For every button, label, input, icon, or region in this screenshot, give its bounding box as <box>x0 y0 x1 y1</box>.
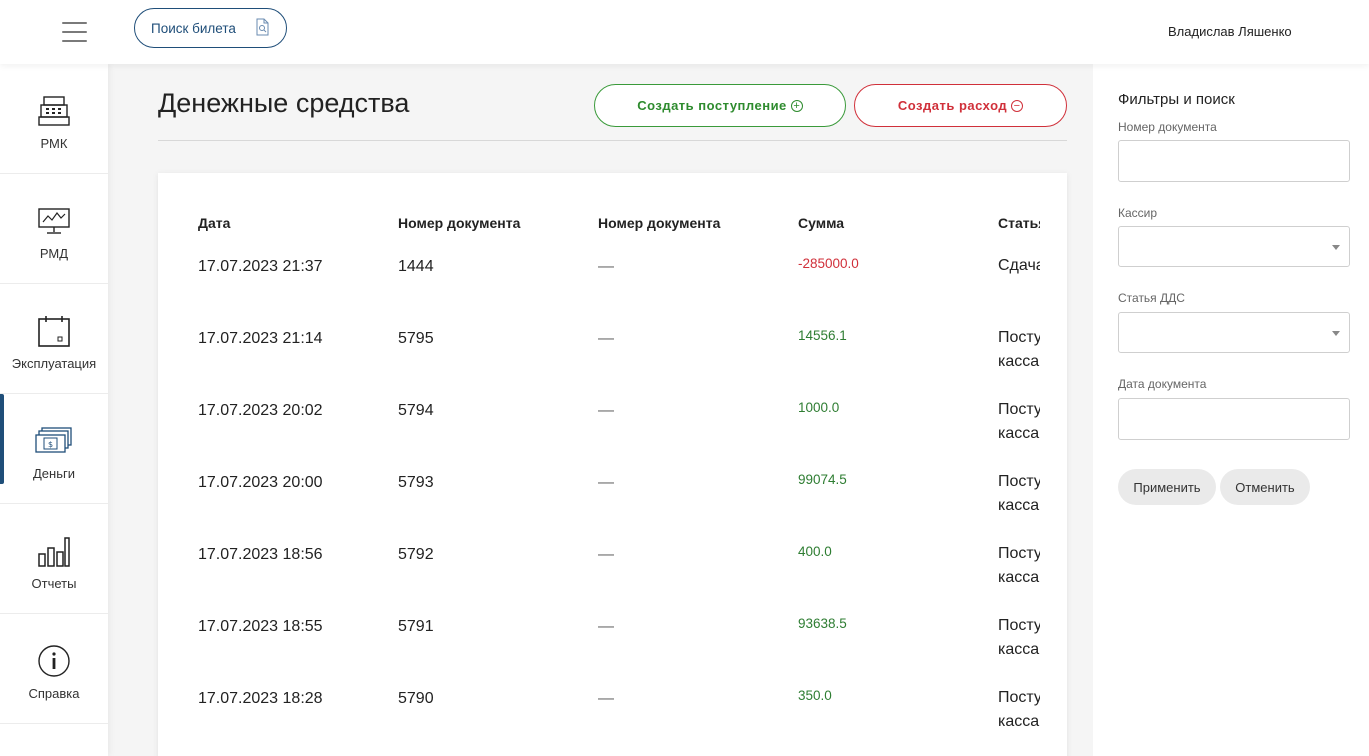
table-row[interactable]: 17.07.2023 20:02 5794 — 1000.0 Поступ ка… <box>158 400 1067 474</box>
row-date: 17.07.2023 21:37 <box>198 258 323 275</box>
row-date: 17.07.2023 21:14 <box>198 330 323 347</box>
table-row[interactable]: 17.07.2023 18:55 5791 — 93638.5 Поступ к… <box>158 616 1067 690</box>
row-article: Поступ касса <box>998 401 1040 442</box>
row-doc-number: 1444 <box>398 258 434 275</box>
doc-date-label: Дата документа <box>1118 377 1207 391</box>
ticket-search-button[interactable]: Поиск билета <box>134 8 287 48</box>
sidebar-item-label: Справка <box>28 686 80 701</box>
cancel-button[interactable]: Отменить <box>1220 469 1310 505</box>
page-title: Денежные средства <box>158 88 410 118</box>
row-doc-number-2: — <box>598 474 614 491</box>
row-article: Поступ касса <box>998 329 1040 370</box>
sidebar-item-label: РМД <box>39 246 69 261</box>
row-doc-number: 5792 <box>398 546 434 563</box>
row-doc-number-2: — <box>598 330 614 347</box>
bar-chart-icon <box>37 532 71 570</box>
row-doc-number: 5793 <box>398 474 434 491</box>
row-sum: 350.0 <box>798 688 832 703</box>
apply-button[interactable]: Применить <box>1118 469 1216 505</box>
table-row[interactable]: 17.07.2023 21:14 5795 — 14556.1 Поступ к… <box>158 328 1067 402</box>
chevron-down-icon <box>1332 245 1340 250</box>
row-article: Поступ касса <box>998 689 1040 730</box>
sidebar-item-help[interactable]: Справка <box>0 614 108 724</box>
sidebar-item-rmd[interactable]: РМД <box>0 174 108 284</box>
column-header-doc-number-2[interactable]: Номер документа <box>598 215 720 231</box>
calendar-icon <box>37 312 71 350</box>
row-sum: 93638.5 <box>798 616 847 631</box>
row-date: 17.07.2023 18:28 <box>198 690 323 707</box>
cashier-select[interactable] <box>1118 226 1350 267</box>
sidebar-item-reports[interactable]: Отчеты <box>0 504 108 614</box>
doc-date-input[interactable] <box>1118 398 1350 440</box>
row-sum: 14556.1 <box>798 328 847 343</box>
dds-select[interactable] <box>1118 312 1350 353</box>
table-body: 17.07.2023 21:37 1444 — -285000.0 Сдача … <box>158 256 1067 756</box>
plus-circle-icon: + <box>790 99 803 112</box>
monitor-chart-icon <box>37 202 71 240</box>
doc-number-label: Номер документа <box>1118 120 1217 134</box>
row-date: 17.07.2023 18:55 <box>198 618 323 635</box>
top-bar: Поиск билета Владислав Ляшенко <box>0 0 1369 64</box>
row-doc-number-2: — <box>598 690 614 707</box>
create-expense-label: Создать расход <box>897 98 1008 113</box>
menu-icon[interactable] <box>62 22 87 42</box>
sidebar-item-label: Деньги <box>33 466 75 481</box>
row-sum: 400.0 <box>798 544 832 559</box>
ticket-search-icon <box>256 18 269 36</box>
table-row[interactable]: 17.07.2023 20:00 5793 — 99074.5 Поступ к… <box>158 472 1067 546</box>
column-header-article[interactable]: Статья <box>998 215 1040 231</box>
ticket-search-label: Поиск билета <box>151 20 236 36</box>
sidebar-item-label: Отчеты <box>31 576 77 591</box>
row-doc-number: 5790 <box>398 690 434 707</box>
transactions-table: Дата Номер документа Номер документа Сум… <box>158 173 1067 756</box>
sidebar-item-label: РМК <box>40 136 68 151</box>
create-income-button[interactable]: Создать поступление + <box>594 84 846 127</box>
sidebar-item-exploitation[interactable]: Эксплуатация <box>0 284 108 394</box>
row-article: Поступ касса <box>998 473 1040 514</box>
row-article: Сдача <box>998 257 1040 274</box>
money-icon: $ <box>35 422 73 460</box>
sidebar: РМК РМД Эксплуатация $ Деньги Отчеты Спр… <box>0 64 108 756</box>
row-sum: 99074.5 <box>798 472 847 487</box>
minus-circle-icon: − <box>1011 99 1024 112</box>
row-doc-number: 5795 <box>398 330 434 347</box>
row-doc-number-2: — <box>598 618 614 635</box>
column-header-date[interactable]: Дата <box>198 215 230 231</box>
row-doc-number: 5791 <box>398 618 434 635</box>
column-header-sum[interactable]: Сумма <box>798 215 844 231</box>
doc-number-input[interactable] <box>1118 140 1350 182</box>
table-header: Дата Номер документа Номер документа Сум… <box>158 215 1067 235</box>
row-doc-number-2: — <box>598 402 614 419</box>
cash-register-icon <box>37 92 71 130</box>
row-doc-number-2: — <box>598 546 614 563</box>
cashier-label: Кассир <box>1118 206 1158 220</box>
create-expense-button[interactable]: Создать расход − <box>854 84 1067 127</box>
main-content: Денежные средства Создать поступление + … <box>108 64 1093 756</box>
table-row[interactable]: 17.07.2023 18:28 5790 — 350.0 Поступ кас… <box>158 688 1067 756</box>
sidebar-item-money[interactable]: $ Деньги <box>0 394 108 504</box>
sidebar-item-label: Эксплуатация <box>11 356 97 371</box>
row-date: 17.07.2023 20:02 <box>198 402 323 419</box>
title-divider <box>158 140 1067 141</box>
row-doc-number: 5794 <box>398 402 434 419</box>
row-sum: -285000.0 <box>798 256 859 271</box>
row-sum: 1000.0 <box>798 400 840 415</box>
sidebar-item-rmk[interactable]: РМК <box>0 64 108 174</box>
row-date: 17.07.2023 18:56 <box>198 546 323 563</box>
filters-title: Фильтры и поиск <box>1118 91 1235 108</box>
row-date: 17.07.2023 20:00 <box>198 474 323 491</box>
row-doc-number-2: — <box>598 258 614 275</box>
chevron-down-icon <box>1332 331 1340 336</box>
column-header-doc-number[interactable]: Номер документа <box>398 215 520 231</box>
row-article: Поступ касса <box>998 617 1040 658</box>
filters-panel: Фильтры и поиск Номер документа Кассир С… <box>1093 64 1369 756</box>
table-row[interactable]: 17.07.2023 18:56 5792 — 400.0 Поступ кас… <box>158 544 1067 618</box>
info-icon <box>37 642 71 680</box>
svg-text:$: $ <box>48 440 53 449</box>
row-article: Поступ касса <box>998 545 1040 586</box>
dds-label: Статья ДДС <box>1118 291 1185 305</box>
create-income-label: Создать поступление <box>637 98 787 113</box>
table-row[interactable]: 17.07.2023 21:37 1444 — -285000.0 Сдача <box>158 256 1067 330</box>
user-name[interactable]: Владислав Ляшенко <box>1168 24 1292 39</box>
